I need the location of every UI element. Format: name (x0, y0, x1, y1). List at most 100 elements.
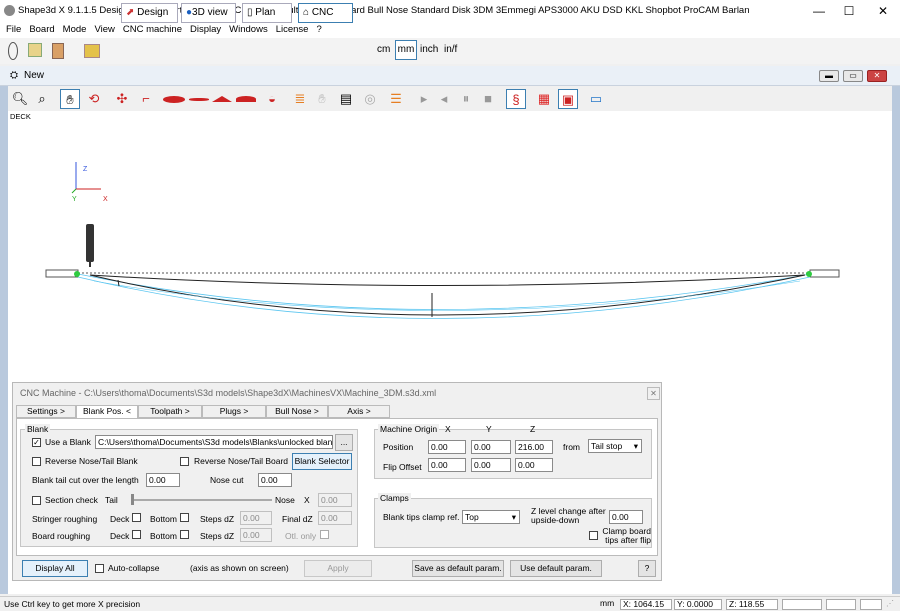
flip-x-field[interactable]: 0.00 (428, 458, 466, 472)
clamp-board-tips-checkbox[interactable] (589, 531, 598, 540)
resize-grip-icon[interactable]: ⋰ (886, 599, 894, 608)
profile-side-icon[interactable]: ⌐ (136, 89, 156, 109)
use-blank-checkbox[interactable]: ✓ (32, 438, 41, 447)
tab-toolpath[interactable]: Toolpath > (138, 405, 202, 418)
cnc-icon: ⌂ (303, 7, 310, 18)
stringer-bottom-checkbox[interactable] (180, 513, 189, 522)
menu-item-file[interactable]: File (6, 22, 21, 38)
status-x: X: 1064.15 (620, 599, 672, 610)
save-default-button[interactable]: Save as default param. (412, 560, 504, 577)
tab-plugs[interactable]: Plugs > (202, 405, 266, 418)
from-select[interactable]: Tail stop ▾ (588, 439, 642, 453)
unit-in-f[interactable]: in/f (444, 44, 457, 55)
menu-item-board[interactable]: Board (29, 22, 54, 38)
close-icon[interactable]: ✕ (876, 4, 890, 18)
cnc-mode-button[interactable]: ⌂ CNC (298, 3, 353, 23)
position-y-field[interactable]: 0.00 (471, 440, 511, 454)
tab-settings[interactable]: Settings > (16, 405, 76, 418)
z-change-field[interactable]: 0.00 (609, 510, 643, 524)
bottom-icon[interactable] (236, 96, 256, 102)
menu-item-windows[interactable]: Windows (229, 22, 268, 38)
final-dz-field[interactable]: 0.00 (318, 511, 352, 525)
stringer-deck-checkbox[interactable] (132, 513, 141, 522)
section-check-checkbox[interactable] (32, 496, 41, 505)
play-back-icon[interactable]: ▸ (414, 89, 434, 109)
monitor-icon[interactable]: ▭ (586, 89, 606, 109)
unit-mm[interactable]: mm (395, 40, 417, 60)
auto-collapse-checkbox[interactable] (95, 564, 104, 573)
design-mode-button[interactable]: ⬈ Design (121, 3, 178, 23)
pan-hand-icon[interactable]: ✋︎ (60, 89, 80, 109)
surfboard-icon[interactable] (8, 42, 18, 60)
color-grid-icon[interactable]: ▦ (534, 89, 554, 109)
hand-icon[interactable]: ✋︎ (312, 89, 332, 109)
zoom-icon[interactable]: 🔍︎ (10, 89, 30, 109)
layers-icon[interactable]: ≣ (290, 89, 310, 109)
mdi-close-button[interactable]: ✕ (867, 70, 887, 82)
slice-icon[interactable]: ◒ (262, 89, 282, 109)
board-bottom-checkbox[interactable] (180, 530, 189, 539)
clamp-ref-select[interactable]: Top ▾ (462, 510, 520, 524)
minimize-icon[interactable]: — (812, 4, 826, 18)
menu-item-display[interactable]: Display (190, 22, 221, 38)
mdi-title-bar (0, 66, 900, 86)
rocker-icon[interactable] (189, 98, 209, 101)
panel-close-button[interactable]: ✕ (647, 387, 660, 400)
flip-y-field[interactable]: 0.00 (471, 458, 511, 472)
unit-cm[interactable]: cm (377, 44, 390, 55)
menu-item-mode[interactable]: Mode (63, 22, 87, 38)
maximize-icon[interactable]: ☐ (842, 4, 856, 18)
menu-item-cnc-machine[interactable]: CNC machine (123, 22, 182, 38)
move-axes-icon[interactable]: ✣ (112, 89, 132, 109)
tail-cut-field[interactable]: 0.00 (146, 473, 180, 487)
zoom-window-icon[interactable]: ⌕ (32, 89, 52, 109)
outline-only-checkbox[interactable] (320, 530, 329, 539)
position-label: Position (383, 442, 414, 452)
image-icon[interactable]: ▣ (558, 89, 578, 109)
stringer-steps-field[interactable]: 0.00 (240, 511, 272, 525)
section-x-field[interactable]: 0.00 (318, 493, 352, 507)
stop-icon[interactable]: ■ (478, 89, 498, 109)
3d-view-mode-button[interactable]: ●3D view (181, 3, 236, 23)
toolpath-icon[interactable]: ☰ (386, 89, 406, 109)
pause-icon[interactable]: ⏸︎ (456, 89, 476, 109)
sheet-icon[interactable]: ▤ (336, 89, 356, 109)
menu-item-license[interactable]: License (276, 22, 309, 38)
flip-z-field[interactable]: 0.00 (515, 458, 553, 472)
step-back-icon[interactable]: ◂ (434, 89, 454, 109)
menu-item-view[interactable]: View (94, 22, 114, 38)
plan-mode-button[interactable]: ▯ Plan (242, 3, 292, 23)
mdi-minimize-button[interactable]: ▬ (819, 70, 839, 82)
use-default-button[interactable]: Use default param. (510, 560, 602, 577)
board-steps-field[interactable]: 0.00 (240, 528, 272, 542)
blank-icon[interactable] (28, 43, 42, 57)
unit-inch[interactable]: inch (420, 44, 438, 55)
apply-button[interactable]: Apply (304, 560, 372, 577)
tab-blank-pos[interactable]: Blank Pos. < (76, 405, 138, 418)
section-slider-thumb[interactable] (131, 494, 134, 505)
rotate-icon[interactable]: ⟲ (84, 89, 104, 109)
reverse-board-checkbox[interactable] (180, 457, 189, 466)
reverse-blank-checkbox[interactable] (32, 457, 41, 466)
tab-axis[interactable]: Axis > (328, 405, 390, 418)
blank-selector-button[interactable]: Blank Selector (292, 453, 352, 470)
help-button[interactable]: ? (638, 560, 656, 577)
board-deck-checkbox[interactable] (132, 530, 141, 539)
document-icon: ⛭ (10, 70, 18, 81)
board-deck-label: Deck (110, 531, 130, 541)
board-file-icon[interactable] (52, 43, 64, 59)
position-x-field[interactable]: 0.00 (428, 440, 466, 454)
spline-icon[interactable]: § (506, 89, 526, 109)
position-z-field[interactable]: 216.00 (515, 440, 553, 454)
browse-blank-button[interactable]: ... (335, 434, 353, 451)
mdi-restore-button[interactable]: ▭ (843, 70, 863, 82)
blank-path-field[interactable]: C:\Users\thoma\Documents\S3d models\Blan… (95, 435, 333, 449)
section-slider-track[interactable] (132, 499, 272, 501)
machine-icon[interactable] (84, 44, 100, 58)
menu-item-help[interactable]: ? (316, 22, 321, 38)
nose-cut-field[interactable]: 0.00 (258, 473, 292, 487)
disk-icon[interactable]: ◎ (360, 89, 380, 109)
outline-icon[interactable] (163, 96, 185, 103)
display-all-button[interactable]: Display All (22, 560, 88, 577)
tab-bull-nose[interactable]: Bull Nose > (266, 405, 328, 418)
